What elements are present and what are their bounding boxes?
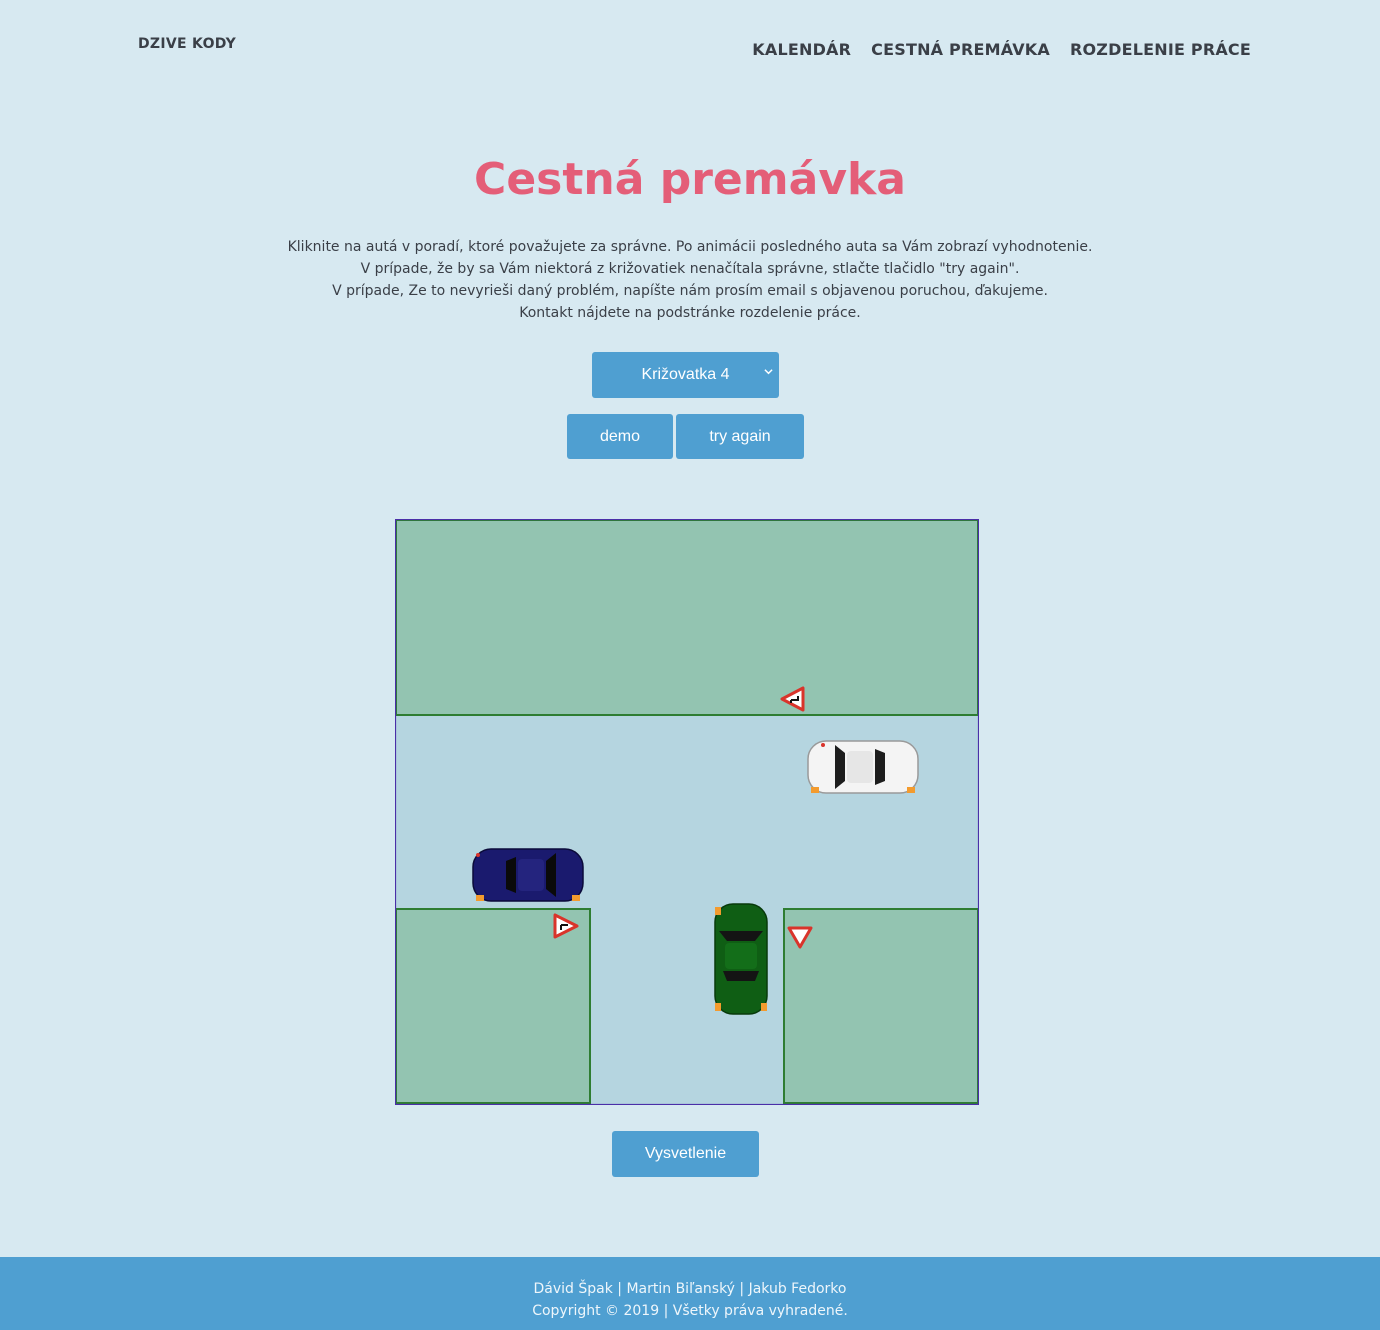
blue-car[interactable] [472,848,584,902]
site-brand[interactable]: DZIVE KODY [138,36,236,52]
intersection-select-value: Križovatka 4 [641,366,730,383]
footer-authors: Dávid Špak | Martin Biľanský | Jakub Fed… [533,1281,847,1297]
main-nav: KALENDÁR CESTNÁ PREMÁVKA ROZDELENIE PRÁC… [752,40,1251,59]
white-car[interactable] [807,740,919,794]
intersection-select[interactable]: Križovatka 4 [592,352,779,398]
site-footer: Dávid Špak | Martin Biľanský | Jakub Fed… [0,1257,1380,1330]
footer-copyright: Copyright © 2019 | Všetky práva vyhraden… [532,1303,848,1319]
intersection-scene [395,519,979,1105]
instructions: Kliknite na autá v poradí, ktoré považuj… [0,236,1380,324]
grass-bottom-left [395,908,591,1104]
explanation-button[interactable]: Vysvetlenie [612,1131,759,1177]
grass-bottom-right [783,908,979,1104]
demo-button[interactable]: demo [567,414,673,459]
nav-item-rozdelenie-prace[interactable]: ROZDELENIE PRÁCE [1070,40,1251,59]
nav-item-cestna-premavka[interactable]: CESTNÁ PREMÁVKA [871,40,1050,59]
instruction-line: V prípade, Ze to nevyrieši daný problém,… [332,283,1048,299]
page-title: Cestná premávka [474,154,906,205]
try-again-button[interactable]: try again [676,414,804,459]
instruction-line: Kliknite na autá v poradí, ktoré považuj… [287,239,1093,255]
chevron-down-icon [764,369,773,375]
instruction-line: Kontakt nájdete na podstránke rozdelenie… [519,305,861,321]
grass-top [395,519,979,716]
nav-item-kalendar[interactable]: KALENDÁR [752,40,851,59]
green-car[interactable] [714,903,768,1015]
instruction-line: V prípade, že by sa Vám niektorá z križo… [360,261,1020,277]
